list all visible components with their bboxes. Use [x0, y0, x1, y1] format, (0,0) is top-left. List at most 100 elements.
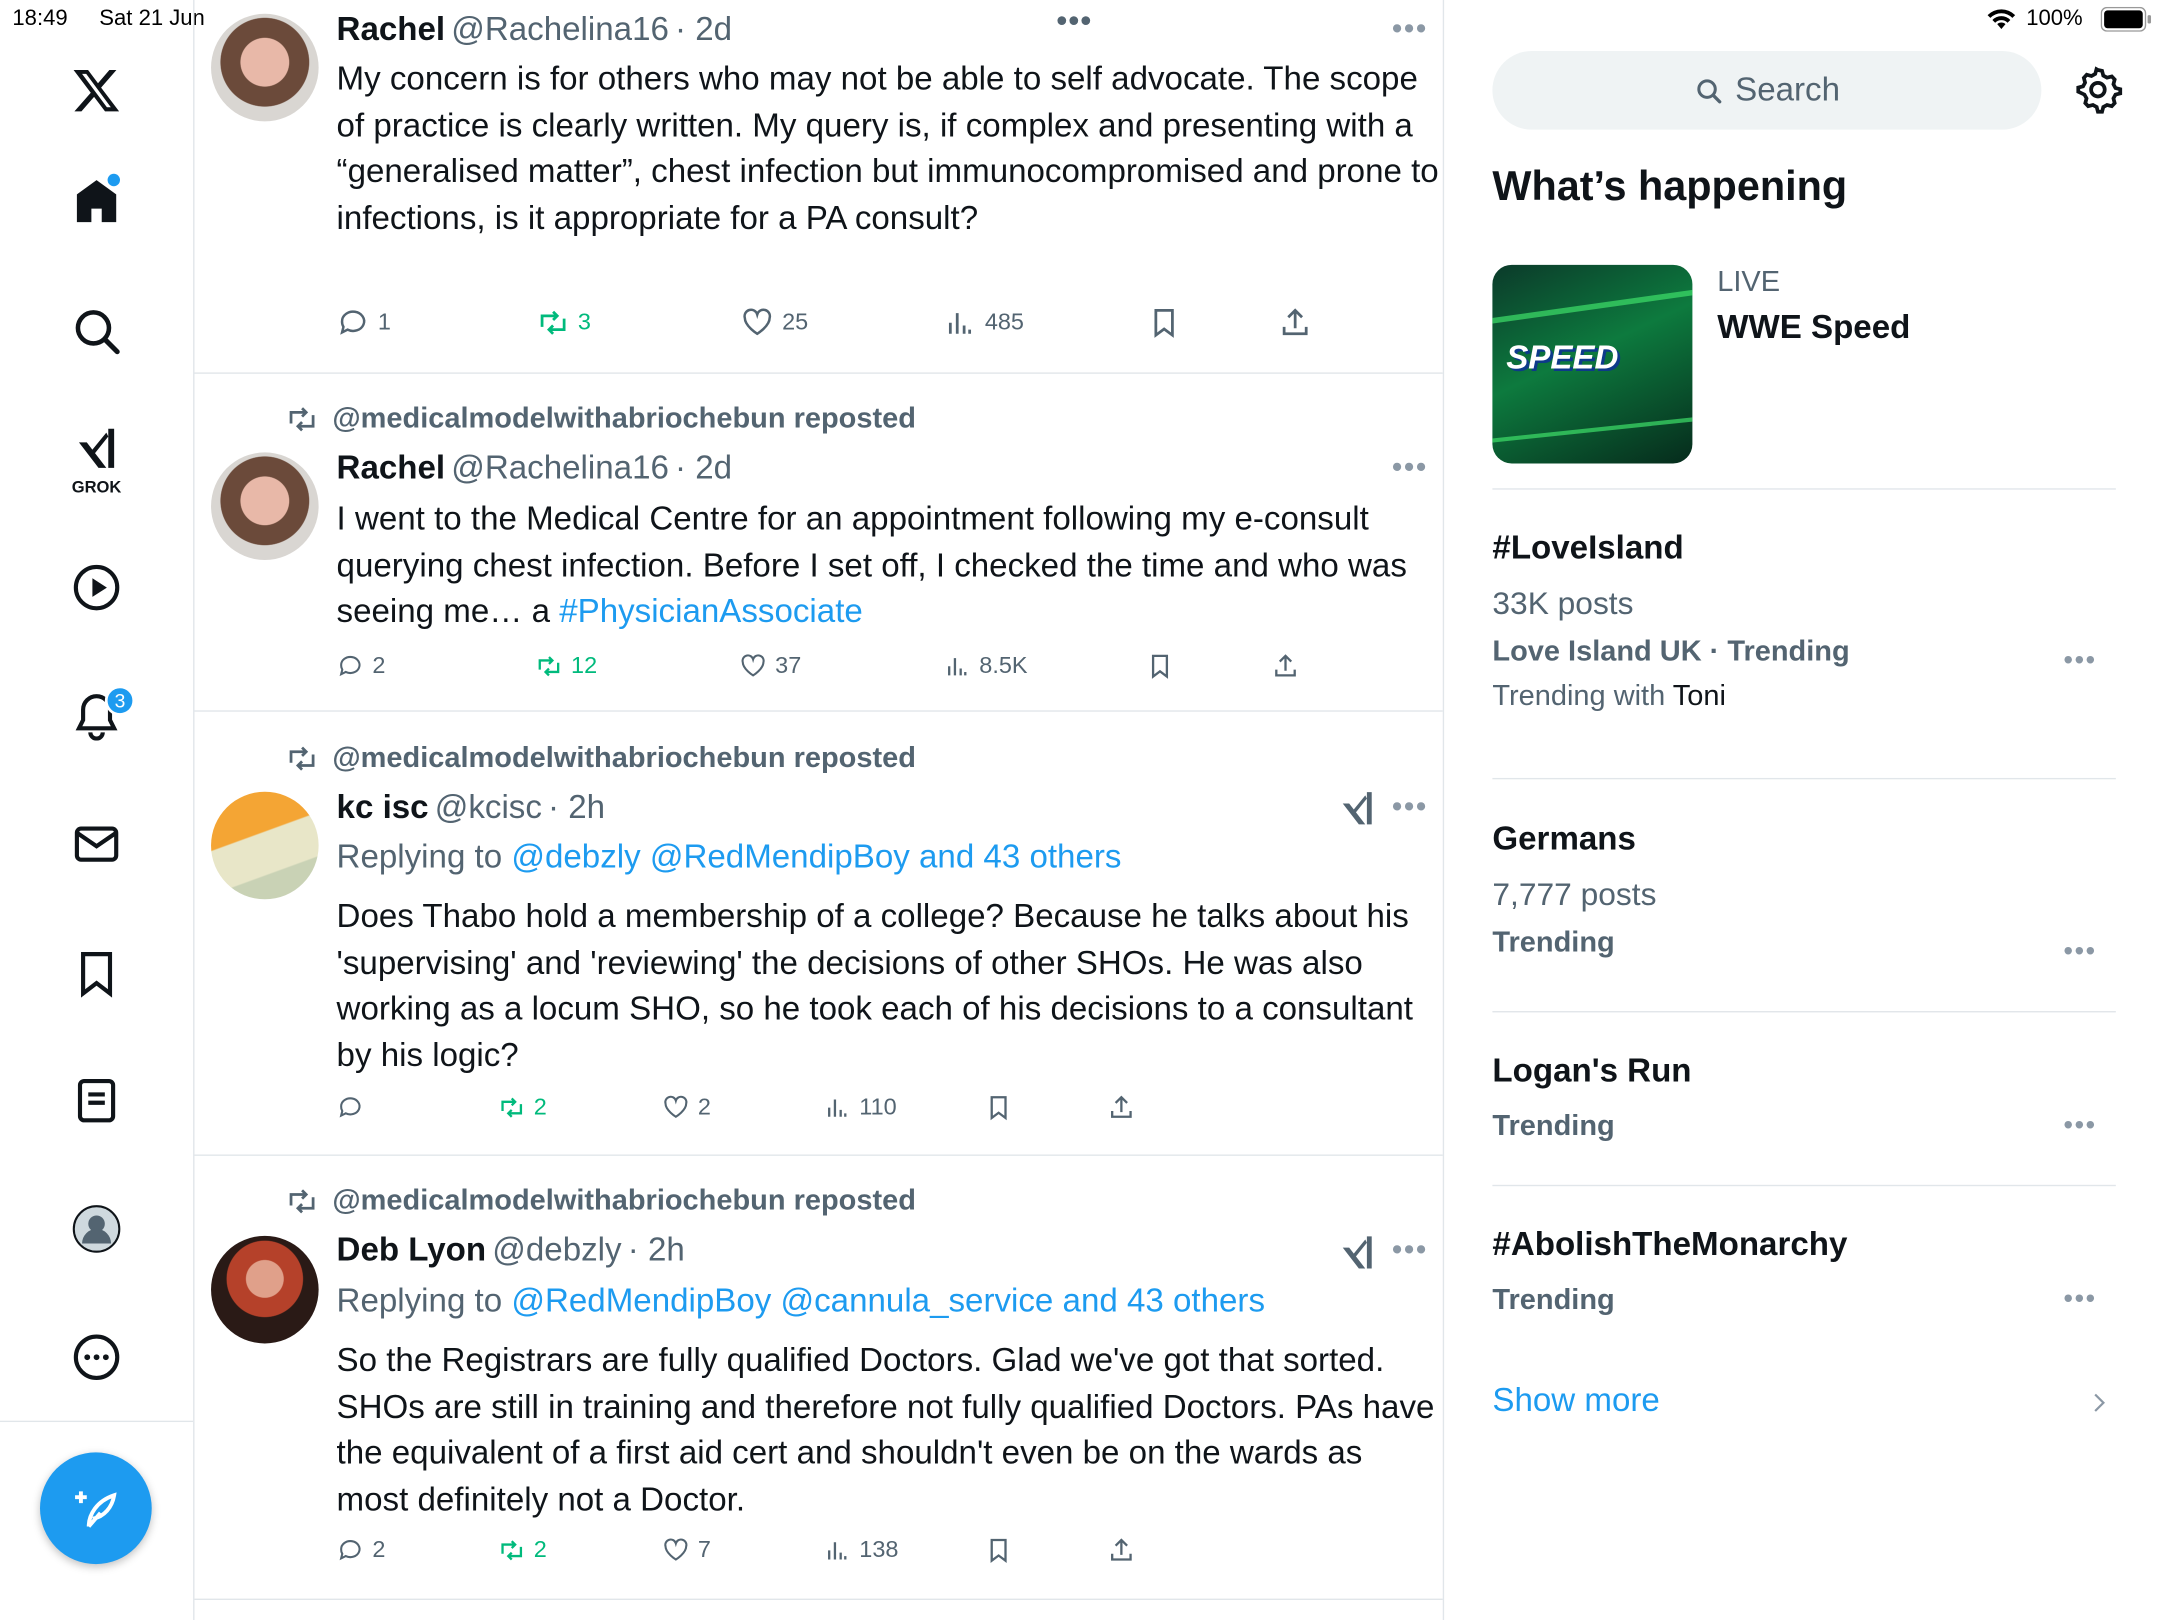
tweet-more-icon[interactable]: ••• [1392, 789, 1428, 825]
tweet-more-icon[interactable]: ••• [1392, 11, 1428, 47]
views-count: 8.5K [979, 652, 1028, 679]
x-logo-icon[interactable] [69, 62, 124, 117]
post-time: · 2d [675, 449, 733, 487]
like-button[interactable]: 2 [662, 1094, 711, 1122]
tweet-card[interactable]: @medicalmodelwithabriochebun reposted kc… [194, 712, 1443, 1156]
trend-more-icon[interactable]: ••• [2063, 646, 2096, 678]
tweet-more-icon[interactable]: ••• [1392, 1232, 1428, 1268]
tweet-text: Does Thabo hold a membership of a colleg… [336, 897, 1413, 1074]
nav-divider [0, 1420, 194, 1423]
like-count: 25 [782, 308, 809, 336]
author-name[interactable]: Deb Lyon [337, 1232, 487, 1269]
live-event-thumbnail[interactable]: SPEED [1492, 264, 1693, 464]
profile-avatar-icon[interactable] [69, 1201, 124, 1256]
trend-item[interactable]: Germans 7,777 posts Trending ••• [1492, 821, 2115, 967]
share-button[interactable] [1272, 652, 1300, 680]
wwe-speed-logo: SPEED [1506, 339, 1619, 377]
reply-button[interactable]: 2 [337, 1537, 385, 1565]
hashtag-link[interactable]: #PhysicianAssociate [559, 593, 863, 630]
show-more-link[interactable]: Show more [1492, 1382, 1659, 1421]
messages-mail-icon[interactable] [69, 817, 124, 872]
repost-button[interactable]: 2 [498, 1537, 547, 1565]
repost-count: 2 [533, 1093, 547, 1120]
reposted-by-label[interactable]: @medicalmodelwithabriochebun reposted [286, 403, 916, 436]
tweet-card[interactable]: @medicalmodelwithabriochebun reposted Ra… [194, 374, 1443, 712]
grok-explain-icon[interactable] [1338, 789, 1377, 828]
like-button[interactable]: 37 [739, 652, 801, 680]
tweet-text: So the Registrars are fully qualified Do… [336, 1342, 1435, 1518]
views-button[interactable]: 485 [943, 306, 1024, 339]
explore-search-icon[interactable] [69, 303, 124, 358]
compose-feather-icon [74, 1490, 116, 1528]
share-button[interactable] [1108, 1537, 1136, 1565]
repost-button[interactable]: 3 [537, 306, 591, 339]
author-name[interactable]: Rachel [337, 450, 446, 487]
share-button[interactable] [1108, 1094, 1136, 1122]
author-handle[interactable]: @Rachelina16 [451, 450, 669, 487]
replying-to-links[interactable]: @debzly @RedMendipBoy and 43 others [511, 839, 1121, 876]
reply-count: 2 [372, 652, 386, 679]
trend-item[interactable]: #AbolishTheMonarchy Trending ••• [1492, 1226, 2115, 1317]
repost-count: 2 [533, 1536, 547, 1563]
lists-icon[interactable] [69, 1073, 124, 1128]
bookmarks-icon[interactable] [69, 946, 124, 1001]
video-icon[interactable] [69, 560, 124, 615]
trend-more-icon[interactable]: ••• [2063, 1284, 2096, 1316]
repost-button[interactable]: 2 [498, 1094, 547, 1122]
trend-context: Love Island UK · Trending [1492, 635, 1850, 668]
author-handle[interactable]: @kcisc [435, 789, 542, 826]
avatar[interactable] [211, 791, 319, 900]
views-count: 110 [859, 1093, 897, 1120]
trend-item[interactable]: #LoveIsland 33K posts Love Island UK · T… [1492, 530, 2115, 713]
trend-more-icon[interactable]: ••• [2063, 1110, 2096, 1142]
avatar[interactable] [211, 13, 319, 122]
battery-icon [2100, 6, 2152, 32]
status-time: 18:49 [12, 6, 68, 31]
views-count: 485 [984, 308, 1024, 336]
reposted-by-label[interactable]: @medicalmodelwithabriochebun reposted [286, 1185, 916, 1218]
search-input[interactable]: Search [1492, 51, 2042, 130]
replying-prefix: Replying to [336, 838, 512, 876]
views-button[interactable]: 8.5K [943, 652, 1028, 680]
tweet-more-icon[interactable]: ••• [1392, 450, 1428, 486]
live-event-title[interactable]: WWE Speed [1717, 309, 1910, 348]
author-name[interactable]: Rachel [337, 11, 446, 48]
settings-gear-icon[interactable] [2073, 65, 2123, 115]
reply-button[interactable]: 1 [337, 306, 391, 339]
share-icon [1111, 1538, 1132, 1561]
replying-to-links[interactable]: @RedMendipBoy @cannula_service and 43 ot… [511, 1283, 1265, 1320]
trend-title: #AbolishTheMonarchy [1492, 1226, 1848, 1264]
compose-post-button[interactable] [39, 1452, 152, 1565]
views-count: 138 [859, 1536, 899, 1563]
author-handle[interactable]: @debzly [492, 1232, 621, 1269]
views-button[interactable]: 110 [823, 1093, 897, 1122]
grok-icon[interactable] [69, 425, 124, 472]
grok-explain-icon[interactable] [1338, 1233, 1377, 1272]
share-button[interactable] [1279, 306, 1312, 339]
avatar[interactable] [211, 452, 319, 560]
views-button[interactable]: 138 [823, 1537, 898, 1565]
more-options-icon[interactable] [69, 1330, 124, 1385]
trend-item[interactable]: Logan's Run Trending ••• [1492, 1052, 2115, 1143]
bookmark-button[interactable] [985, 1094, 1013, 1122]
bookmark-button[interactable] [1146, 652, 1174, 680]
trending-with-name[interactable]: Toni [1673, 680, 1726, 712]
reply-button[interactable]: 2 [337, 652, 386, 680]
trend-divider [1492, 1184, 2116, 1187]
heart-icon [743, 308, 772, 336]
trend-more-icon[interactable]: ••• [2063, 937, 2096, 969]
like-button[interactable]: 25 [741, 306, 808, 339]
like-button[interactable]: 7 [662, 1537, 711, 1565]
bookmark-button[interactable] [1148, 306, 1181, 339]
reply-button[interactable] [337, 1094, 373, 1122]
author-name[interactable]: kc isc [337, 789, 429, 826]
tweet-card[interactable]: @medicalmodelwithabriochebun reposted De… [194, 1156, 1443, 1600]
avatar[interactable] [211, 1235, 319, 1344]
repost-button[interactable]: 12 [535, 652, 597, 680]
reposted-by-label[interactable]: @medicalmodelwithabriochebun reposted [286, 742, 916, 775]
author-handle[interactable]: @Rachelina16 [451, 11, 669, 48]
repost-icon [540, 310, 566, 335]
bookmark-button[interactable] [985, 1537, 1013, 1565]
trend-context: Trending [1492, 926, 1615, 959]
tweet-card[interactable]: Rachel @Rachelina16 · 2d ••• My concern … [194, 0, 1443, 374]
